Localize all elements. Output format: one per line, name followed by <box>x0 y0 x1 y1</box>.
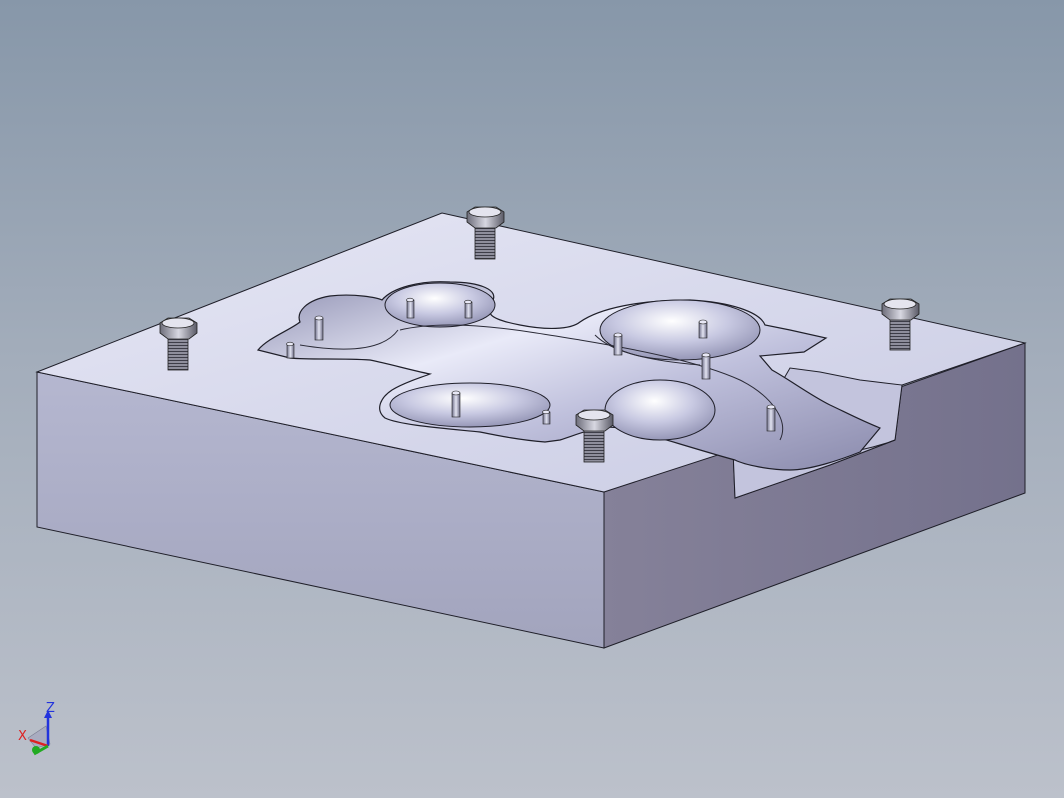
triad-z-label: Z <box>46 701 55 716</box>
graphics-viewport[interactable]: Z X <box>0 0 1064 798</box>
cavity-dome-center <box>604 379 716 441</box>
cavity-pocket-lower <box>389 382 551 428</box>
guide-pin <box>542 409 551 425</box>
cavity-pocket-left <box>384 282 496 328</box>
mold-plate-model[interactable]: Z X <box>0 0 1064 798</box>
triad-x-label: X <box>18 729 27 744</box>
guide-pin <box>464 299 473 319</box>
triad-origin <box>32 746 40 754</box>
guide-pin <box>406 297 415 319</box>
guide-pin <box>451 390 461 418</box>
guide-pin <box>766 404 776 432</box>
guide-pin <box>698 319 708 339</box>
cavity-pocket-right <box>599 299 761 361</box>
guide-pin <box>286 341 295 359</box>
reference-triad[interactable]: Z X <box>18 701 55 756</box>
guide-pin <box>314 315 324 341</box>
guide-pin <box>701 352 711 380</box>
guide-pin <box>613 332 623 356</box>
